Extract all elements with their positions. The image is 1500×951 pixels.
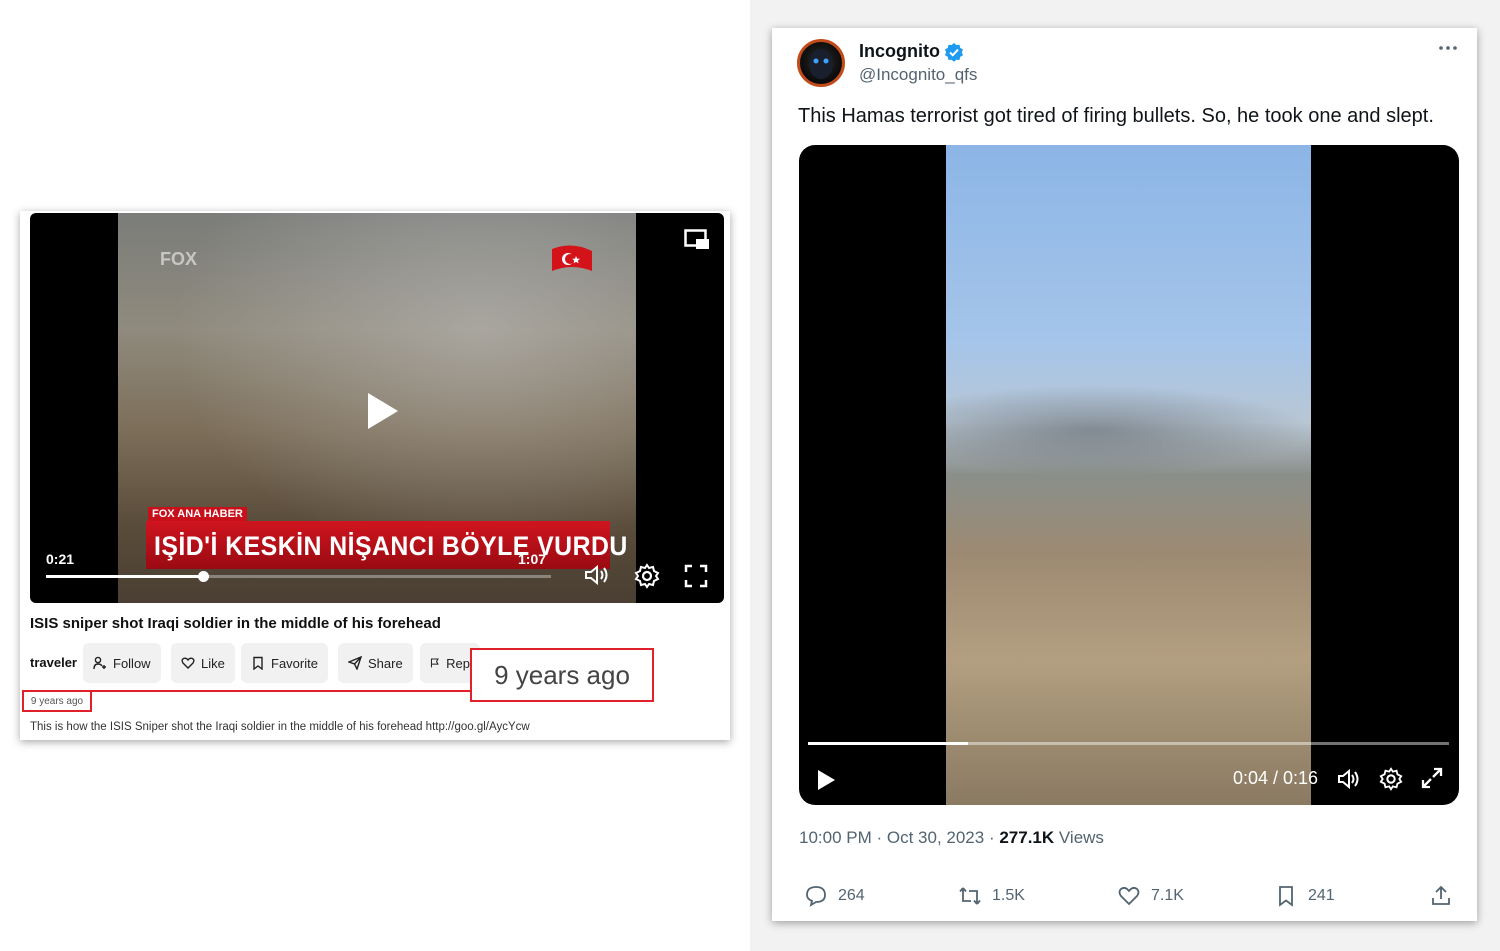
- zoomed-date-callout: 9 years ago: [470, 648, 654, 702]
- report-label: Rep: [446, 655, 470, 671]
- seek-bar-fill: [46, 575, 203, 578]
- settings-gear-icon[interactable]: [634, 563, 660, 589]
- video-description: This is how the ISIS Sniper shot the Ira…: [30, 721, 530, 733]
- expand-icon[interactable]: [1421, 767, 1443, 789]
- retweet-icon: [959, 887, 981, 905]
- flag-report-icon: [430, 658, 439, 668]
- video-title: ISIS sniper shot Iraqi soldier in the mi…: [30, 615, 441, 632]
- follow-label: Follow: [113, 655, 151, 671]
- tweet-timestamp-views: 10:00 PM · Oct 30, 2023 · 277.1K Views: [799, 828, 1104, 848]
- current-time: 0:21: [46, 551, 75, 567]
- heart-icon: [181, 657, 195, 669]
- share-label: Share: [368, 655, 403, 671]
- avatar-face-icon: [809, 49, 833, 79]
- verified-badge-icon: [945, 43, 963, 62]
- like-count: 7.1K: [1151, 887, 1184, 904]
- user-handle[interactable]: @Incognito_qfs: [859, 65, 977, 85]
- upload-date: 9 years ago: [22, 690, 92, 712]
- video-smoke: [946, 385, 1311, 475]
- play-icon[interactable]: [364, 391, 400, 431]
- fullscreen-icon[interactable]: [684, 564, 708, 588]
- flag-icon: [552, 245, 592, 271]
- caption-tag: FOX ANA HABER: [148, 507, 247, 521]
- tweet-video-frame: [946, 145, 1311, 805]
- seek-bar[interactable]: [46, 571, 551, 582]
- like-label: Like: [201, 655, 225, 671]
- volume-icon[interactable]: [584, 564, 610, 586]
- favorite-button[interactable]: Favorite: [241, 643, 328, 683]
- channel-watermark: FOX: [160, 249, 198, 269]
- tweet-text: This Hamas terrorist got tired of firing…: [798, 105, 1434, 127]
- bookmark-icon: [1279, 886, 1293, 907]
- add-user-icon: [93, 656, 106, 670]
- like-button[interactable]: 7.1K: [1117, 884, 1184, 908]
- caption-text: IŞİD'İ KESKİN NİŞANCI BÖYLE VURDU: [154, 531, 628, 561]
- bookmark-count: 241: [1308, 887, 1335, 904]
- more-options-icon[interactable]: [1438, 42, 1458, 54]
- avatar[interactable]: [797, 39, 845, 87]
- tweet-card: Incognito @Incognito_qfs This Hamas terr…: [772, 28, 1477, 921]
- like-button[interactable]: Like: [171, 643, 235, 683]
- reply-icon: [806, 886, 826, 907]
- views-count: 277.1K: [999, 828, 1055, 847]
- uploader-name[interactable]: traveler: [30, 655, 77, 670]
- tweet-video-player[interactable]: 0:04 / 0:16: [799, 145, 1459, 805]
- bookmark-button[interactable]: 241: [1274, 884, 1335, 908]
- play-icon[interactable]: [816, 769, 836, 791]
- duration: 1:07: [518, 551, 547, 567]
- picture-in-picture-icon[interactable]: [684, 229, 710, 251]
- retweet-button[interactable]: 1.5K: [958, 884, 1025, 908]
- highlight-connector-line: [92, 690, 472, 692]
- tweet-seek-bar[interactable]: [808, 742, 1449, 745]
- share-button[interactable]: [1429, 884, 1453, 908]
- tweet-video-time: 0:04 / 0:16: [1233, 768, 1319, 788]
- volume-icon[interactable]: [1337, 768, 1361, 790]
- views-label: Views: [1054, 828, 1104, 847]
- favorite-label: Favorite: [271, 655, 318, 671]
- reply-count: 264: [838, 887, 865, 904]
- bookmark-icon: [253, 656, 263, 670]
- retweet-count: 1.5K: [992, 887, 1025, 904]
- heart-icon: [1118, 886, 1140, 906]
- tweet-timestamp[interactable]: 10:00 PM · Oct 30, 2023 ·: [799, 828, 999, 847]
- follow-button[interactable]: Follow: [83, 643, 161, 683]
- display-name[interactable]: Incognito: [859, 41, 940, 62]
- reply-button[interactable]: 264: [804, 884, 865, 908]
- seek-bar-handle[interactable]: [197, 571, 209, 582]
- share-icon: [1432, 885, 1450, 905]
- tweet-seek-bar-fill: [808, 742, 969, 745]
- send-icon: [348, 656, 362, 670]
- video-player[interactable]: FOX FOX ANA HABER IŞİD'İ KESKİN NİŞANCI …: [30, 213, 724, 603]
- video-page-card: FOX FOX ANA HABER IŞİD'İ KESKİN NİŞANCI …: [20, 211, 730, 740]
- share-button[interactable]: Share: [338, 643, 413, 683]
- settings-gear-icon[interactable]: [1379, 767, 1403, 791]
